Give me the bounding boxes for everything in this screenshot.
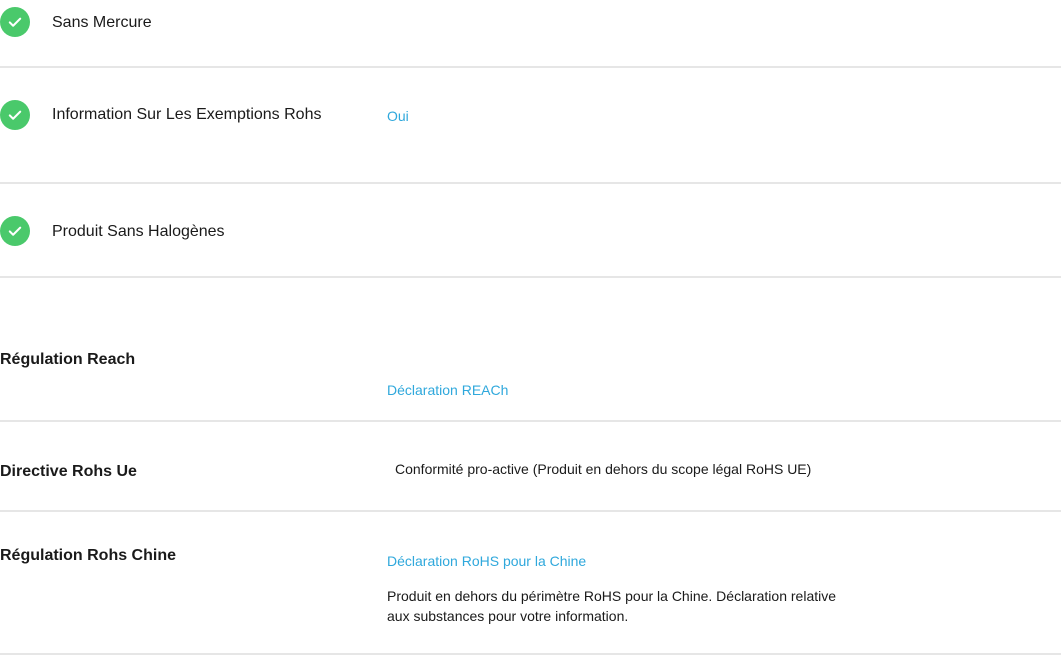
feature-row: Information Sur Les Exemptions Rohs Oui xyxy=(0,68,1061,182)
regulation-row-rohs-chine: Régulation Rohs Chine Déclaration RoHS p… xyxy=(0,512,1061,653)
feature-label: Produit Sans Halogènes xyxy=(52,223,225,240)
regulation-label: Régulation Rohs Chine xyxy=(0,547,176,564)
rohs-china-declaration-link[interactable]: Déclaration RoHS pour la Chine xyxy=(387,553,586,569)
check-circle-icon xyxy=(0,7,30,37)
divider xyxy=(0,276,1061,278)
feature-label: Sans Mercure xyxy=(52,14,152,31)
feature-row: Produit Sans Halogènes xyxy=(0,184,1061,276)
regulation-label: Régulation Reach xyxy=(0,351,136,368)
regulation-row-rohs-ue: Directive Rohs Ue Conformité pro-active … xyxy=(0,422,1061,510)
rohs-ue-status-text: Conformité pro-active (Produit en dehors… xyxy=(395,461,812,477)
check-circle-icon xyxy=(0,100,30,130)
rohs-china-info-text: Produit en dehors du périmètre RoHS pour… xyxy=(387,588,837,624)
feature-value-link[interactable]: Oui xyxy=(387,108,409,124)
regulation-row-reach: Régulation Reach Déclaration REACh xyxy=(0,340,1061,420)
feature-row: Sans Mercure xyxy=(0,0,1061,66)
feature-label: Information Sur Les Exemptions Rohs xyxy=(52,106,322,123)
reach-declaration-link[interactable]: Déclaration REACh xyxy=(387,382,508,398)
regulation-label: Directive Rohs Ue xyxy=(0,463,137,480)
check-circle-icon xyxy=(0,216,30,246)
